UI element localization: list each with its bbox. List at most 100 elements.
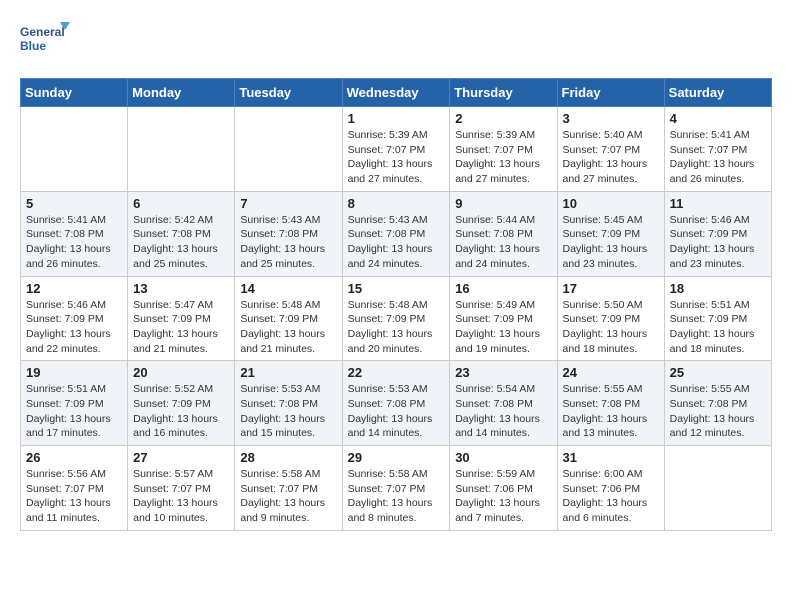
calendar-cell: 14Sunrise: 5:48 AM Sunset: 7:09 PM Dayli… xyxy=(235,276,342,361)
page-header: General Blue xyxy=(20,20,772,62)
day-info: Sunrise: 5:48 AM Sunset: 7:09 PM Dayligh… xyxy=(348,298,445,357)
day-number: 19 xyxy=(26,365,122,380)
calendar-cell: 25 Sunrise: 5:55 AM Sunset: 7:08 PM Dayli… xyxy=(664,361,771,446)
day-header-sunday: Sunday xyxy=(21,79,128,107)
calendar-cell xyxy=(128,107,235,192)
day-number: 21 xyxy=(240,365,336,380)
calendar-cell: 4 Sunrise: 5:41 AM Sunset: 7:07 PM Daylig… xyxy=(664,107,771,192)
calendar-cell: 13 Sunrise: 5:47 AM Sunset: 7:09 PM Dayli… xyxy=(128,276,235,361)
calendar-cell: 31 Sunrise: 6:00 AM Sunset: 7:06 PM Dayli… xyxy=(557,446,664,531)
day-number: 3 xyxy=(563,111,659,126)
calendar-cell: 28 Sunrise: 5:58 AM Sunset: 7:07 PM Dayli… xyxy=(235,446,342,531)
day-number: 29 xyxy=(348,450,445,465)
day-number: 12 xyxy=(26,281,122,296)
calendar-cell: 16 Sunrise: 5:49 AM Sunset: 7:09 PM Dayli… xyxy=(450,276,557,361)
calendar-cell: 2 Sunrise: 5:39 AM Sunset: 7:07 PM Daylig… xyxy=(450,107,557,192)
day-header-tuesday: Tuesday xyxy=(235,79,342,107)
day-number: 13 xyxy=(133,281,229,296)
calendar-cell: 24Sunrise: 5:55 AM Sunset: 7:08 PM Dayli… xyxy=(557,361,664,446)
day-header-thursday: Thursday xyxy=(450,79,557,107)
calendar-cell: 6 Sunrise: 5:42 AM Sunset: 7:08 PM Daylig… xyxy=(128,191,235,276)
calendar-cell: 9 Sunrise: 5:44 AM Sunset: 7:08 PM Daylig… xyxy=(450,191,557,276)
calendar-cell: 7 Sunrise: 5:43 AM Sunset: 7:08 PM Daylig… xyxy=(235,191,342,276)
day-number: 7 xyxy=(240,196,336,211)
calendar-cell: 21 Sunrise: 5:53 AM Sunset: 7:08 PM Dayli… xyxy=(235,361,342,446)
day-info: Sunrise: 5:44 AM Sunset: 7:08 PM Dayligh… xyxy=(455,213,551,272)
day-number: 18 xyxy=(670,281,766,296)
day-info: Sunrise: 5:58 AM Sunset: 7:07 PM Dayligh… xyxy=(240,467,336,526)
day-info: Sunrise: 5:59 AM Sunset: 7:06 PM Dayligh… xyxy=(455,467,551,526)
day-number: 28 xyxy=(240,450,336,465)
day-number: 27 xyxy=(133,450,229,465)
day-info: Sunrise: 5:39 AM Sunset: 7:07 PM Dayligh… xyxy=(455,128,551,187)
day-number: 31 xyxy=(563,450,659,465)
day-info: Sunrise: 5:41 AM Sunset: 7:08 PM Dayligh… xyxy=(26,213,122,272)
day-header-friday: Friday xyxy=(557,79,664,107)
calendar-cell: 26Sunrise: 5:56 AM Sunset: 7:07 PM Dayli… xyxy=(21,446,128,531)
calendar-cell: 29 Sunrise: 5:58 AM Sunset: 7:07 PM Dayli… xyxy=(342,446,450,531)
day-number: 22 xyxy=(348,365,445,380)
day-number: 25 xyxy=(670,365,766,380)
calendar-cell xyxy=(21,107,128,192)
day-number: 5 xyxy=(26,196,122,211)
day-info: Sunrise: 5:46 AM Sunset: 7:09 PM Dayligh… xyxy=(670,213,766,272)
day-number: 20 xyxy=(133,365,229,380)
day-info: Sunrise: 5:50 AM Sunset: 7:09 PM Dayligh… xyxy=(563,298,659,357)
calendar-cell: 27 Sunrise: 5:57 AM Sunset: 7:07 PM Dayli… xyxy=(128,446,235,531)
calendar-cell: 17 Sunrise: 5:50 AM Sunset: 7:09 PM Dayli… xyxy=(557,276,664,361)
day-info: Sunrise: 5:40 AM Sunset: 7:07 PM Dayligh… xyxy=(563,128,659,187)
day-info: Sunrise: 5:52 AM Sunset: 7:09 PM Dayligh… xyxy=(133,382,229,441)
day-number: 10 xyxy=(563,196,659,211)
day-number: 16 xyxy=(455,281,551,296)
calendar-cell: 20 Sunrise: 5:52 AM Sunset: 7:09 PM Dayli… xyxy=(128,361,235,446)
day-number: 4 xyxy=(670,111,766,126)
day-info: Sunrise: 5:41 AM Sunset: 7:07 PM Dayligh… xyxy=(670,128,766,187)
calendar-week-1: 1 Sunrise: 5:39 AM Sunset: 7:07 PM Daylig… xyxy=(21,107,772,192)
calendar-week-5: 26Sunrise: 5:56 AM Sunset: 7:07 PM Dayli… xyxy=(21,446,772,531)
day-info: Sunrise: 5:43 AM Sunset: 7:08 PM Dayligh… xyxy=(240,213,336,272)
day-info: Sunrise: 6:00 AM Sunset: 7:06 PM Dayligh… xyxy=(563,467,659,526)
day-number: 17 xyxy=(563,281,659,296)
calendar-cell: 11 Sunrise: 5:46 AM Sunset: 7:09 PM Dayli… xyxy=(664,191,771,276)
day-info: Sunrise: 5:54 AM Sunset: 7:08 PM Dayligh… xyxy=(455,382,551,441)
svg-text:Blue: Blue xyxy=(20,39,46,53)
day-number: 11 xyxy=(670,196,766,211)
day-info: Sunrise: 5:57 AM Sunset: 7:07 PM Dayligh… xyxy=(133,467,229,526)
calendar-table: SundayMondayTuesdayWednesdayThursdayFrid… xyxy=(20,78,772,531)
day-number: 15 xyxy=(348,281,445,296)
day-info: Sunrise: 5:46 AM Sunset: 7:09 PM Dayligh… xyxy=(26,298,122,357)
day-info: Sunrise: 5:47 AM Sunset: 7:09 PM Dayligh… xyxy=(133,298,229,357)
day-number: 2 xyxy=(455,111,551,126)
day-header-wednesday: Wednesday xyxy=(342,79,450,107)
day-info: Sunrise: 5:56 AM Sunset: 7:07 PM Dayligh… xyxy=(26,467,122,526)
day-number: 24 xyxy=(563,365,659,380)
day-info: Sunrise: 5:45 AM Sunset: 7:09 PM Dayligh… xyxy=(563,213,659,272)
day-number: 30 xyxy=(455,450,551,465)
day-info: Sunrise: 5:51 AM Sunset: 7:09 PM Dayligh… xyxy=(26,382,122,441)
calendar-week-2: 5 Sunrise: 5:41 AM Sunset: 7:08 PM Daylig… xyxy=(21,191,772,276)
day-number: 9 xyxy=(455,196,551,211)
calendar-cell: 10 Sunrise: 5:45 AM Sunset: 7:09 PM Dayli… xyxy=(557,191,664,276)
day-number: 23 xyxy=(455,365,551,380)
logo: General Blue xyxy=(20,20,70,62)
calendar-cell: 12 Sunrise: 5:46 AM Sunset: 7:09 PM Dayli… xyxy=(21,276,128,361)
calendar-cell: 3 Sunrise: 5:40 AM Sunset: 7:07 PM Daylig… xyxy=(557,107,664,192)
calendar-cell: 8 Sunrise: 5:43 AM Sunset: 7:08 PM Daylig… xyxy=(342,191,450,276)
day-header-saturday: Saturday xyxy=(664,79,771,107)
day-info: Sunrise: 5:42 AM Sunset: 7:08 PM Dayligh… xyxy=(133,213,229,272)
calendar-cell: 1Sunrise: 5:39 AM Sunset: 7:07 PM Daylig… xyxy=(342,107,450,192)
day-info: Sunrise: 5:49 AM Sunset: 7:09 PM Dayligh… xyxy=(455,298,551,357)
day-number: 8 xyxy=(348,196,445,211)
day-info: Sunrise: 5:53 AM Sunset: 7:08 PM Dayligh… xyxy=(240,382,336,441)
day-info: Sunrise: 5:43 AM Sunset: 7:08 PM Dayligh… xyxy=(348,213,445,272)
day-number: 1 xyxy=(348,111,445,126)
calendar-cell xyxy=(664,446,771,531)
calendar-cell: 23 Sunrise: 5:54 AM Sunset: 7:08 PM Dayli… xyxy=(450,361,557,446)
day-info: Sunrise: 5:55 AM Sunset: 7:08 PM Dayligh… xyxy=(670,382,766,441)
calendar-cell: 19 Sunrise: 5:51 AM Sunset: 7:09 PM Dayli… xyxy=(21,361,128,446)
day-info: Sunrise: 5:58 AM Sunset: 7:07 PM Dayligh… xyxy=(348,467,445,526)
calendar-week-4: 19 Sunrise: 5:51 AM Sunset: 7:09 PM Dayli… xyxy=(21,361,772,446)
day-number: 14 xyxy=(240,281,336,296)
calendar-cell: 22Sunrise: 5:53 AM Sunset: 7:08 PM Dayli… xyxy=(342,361,450,446)
day-number: 6 xyxy=(133,196,229,211)
